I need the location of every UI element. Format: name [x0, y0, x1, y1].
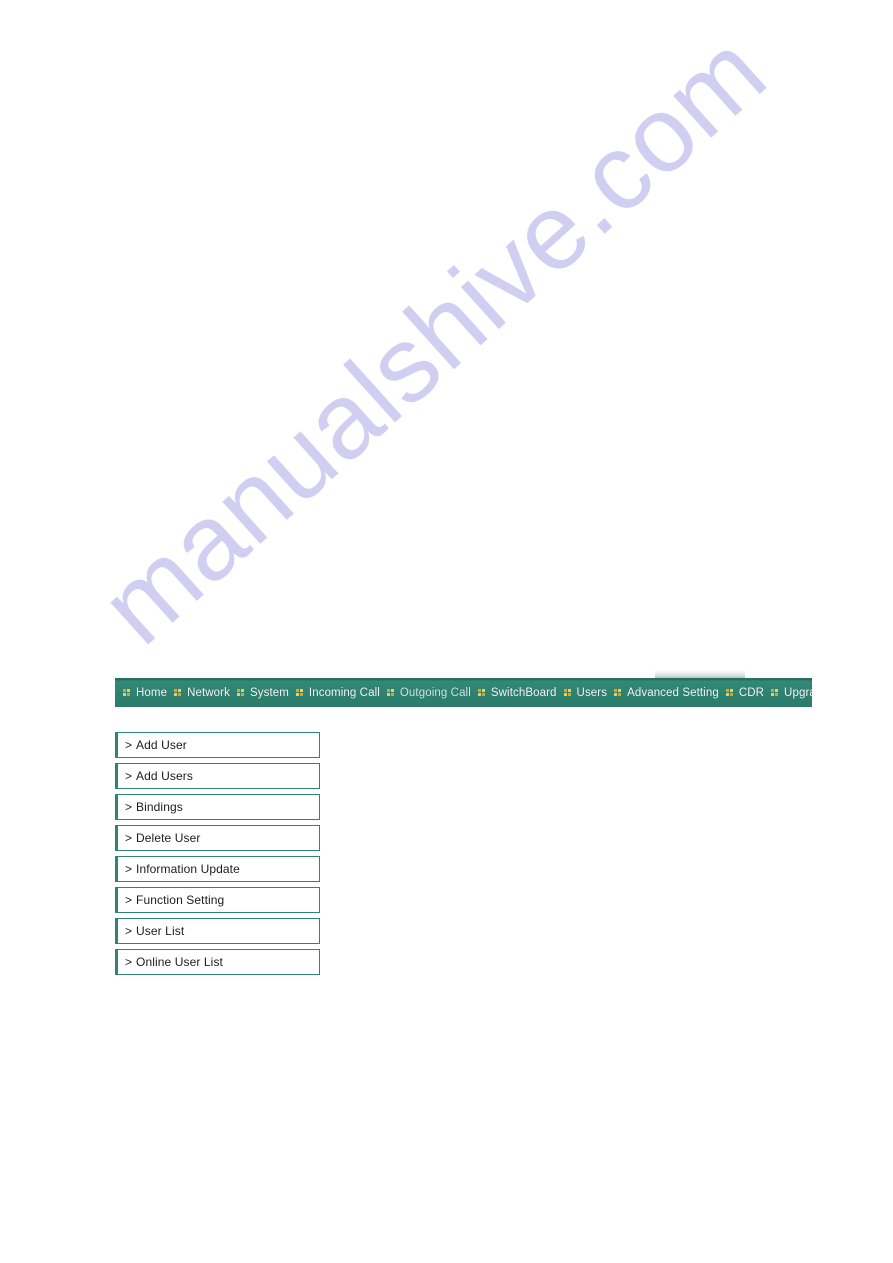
- nav-item-label: SwitchBoard: [490, 686, 557, 699]
- main-navigation-bar: Home Network System Incoming Call Outgoi…: [115, 678, 812, 707]
- nav-item-incoming-call[interactable]: Incoming Call: [293, 678, 384, 707]
- chevron-right-icon: >: [125, 893, 133, 907]
- nav-item-cdr[interactable]: CDR: [723, 678, 768, 707]
- nav-item-label: Home: [136, 686, 168, 699]
- four-square-icon: [614, 688, 622, 697]
- four-square-icon: [386, 688, 395, 697]
- chevron-right-icon: >: [125, 769, 133, 783]
- nav-item-label: Users: [576, 686, 608, 699]
- menu-item-add-users[interactable]: > Add Users: [115, 763, 320, 789]
- nav-item-label: Advanced Setting: [627, 686, 719, 699]
- chevron-right-icon: >: [125, 862, 133, 876]
- menu-item-label: User List: [136, 924, 185, 938]
- nav-item-label: CDR: [738, 686, 765, 699]
- chevron-right-icon: >: [125, 738, 133, 752]
- four-square-icon: [477, 688, 486, 697]
- four-square-icon: [236, 688, 245, 697]
- watermark-text: manualshive.com: [77, 10, 789, 667]
- nav-item-network[interactable]: Network: [171, 678, 234, 707]
- menu-item-label: Delete User: [136, 831, 201, 845]
- users-submenu-list: > Add User > Add Users > Bindings > Dele…: [115, 732, 320, 980]
- four-square-icon: [563, 688, 572, 697]
- menu-item-information-update[interactable]: > Information Update: [115, 856, 320, 882]
- menu-item-bindings[interactable]: > Bindings: [115, 794, 320, 820]
- menu-item-label: Online User List: [136, 955, 223, 969]
- nav-item-upgrade-reboot[interactable]: Upgrade&Reboot: [768, 678, 812, 707]
- four-square-icon: [771, 688, 779, 697]
- menu-item-label: Add Users: [136, 769, 193, 783]
- nav-item-outgoing-call[interactable]: Outgoing Call: [384, 678, 475, 707]
- menu-item-label: Function Setting: [136, 893, 225, 907]
- nav-item-label: Outgoing Call: [399, 686, 471, 699]
- four-square-icon: [174, 688, 182, 697]
- chevron-right-icon: >: [125, 955, 133, 969]
- four-square-icon: [123, 688, 131, 697]
- nav-item-label: Upgrade&Reboot: [784, 686, 812, 699]
- nav-item-home[interactable]: Home: [120, 678, 171, 707]
- chevron-right-icon: >: [125, 924, 133, 938]
- watermark-layer: manualshive.com: [0, 0, 893, 1263]
- nav-item-label: System: [249, 686, 289, 699]
- nav-item-switchboard[interactable]: SwitchBoard: [475, 678, 561, 707]
- nav-item-users[interactable]: Users: [561, 678, 612, 707]
- menu-item-function-setting[interactable]: > Function Setting: [115, 887, 320, 913]
- four-square-icon: [295, 688, 304, 697]
- nav-item-label: Incoming Call: [308, 686, 380, 699]
- document-page: Home Network System Incoming Call Outgoi…: [0, 0, 893, 1263]
- menu-item-online-user-list[interactable]: > Online User List: [115, 949, 320, 975]
- nav-item-system[interactable]: System: [234, 678, 293, 707]
- menu-item-label: Information Update: [136, 862, 240, 876]
- four-square-icon: [725, 688, 734, 697]
- scan-artifact-smudge: [655, 670, 745, 678]
- menu-item-label: Bindings: [136, 800, 183, 814]
- menu-item-delete-user[interactable]: > Delete User: [115, 825, 320, 851]
- chevron-right-icon: >: [125, 800, 133, 814]
- nav-item-advanced-setting[interactable]: Advanced Setting: [611, 678, 723, 707]
- chevron-right-icon: >: [125, 831, 133, 845]
- menu-item-add-user[interactable]: > Add User: [115, 732, 320, 758]
- menu-item-user-list[interactable]: > User List: [115, 918, 320, 944]
- menu-item-label: Add User: [136, 738, 187, 752]
- nav-item-label: Network: [187, 686, 230, 699]
